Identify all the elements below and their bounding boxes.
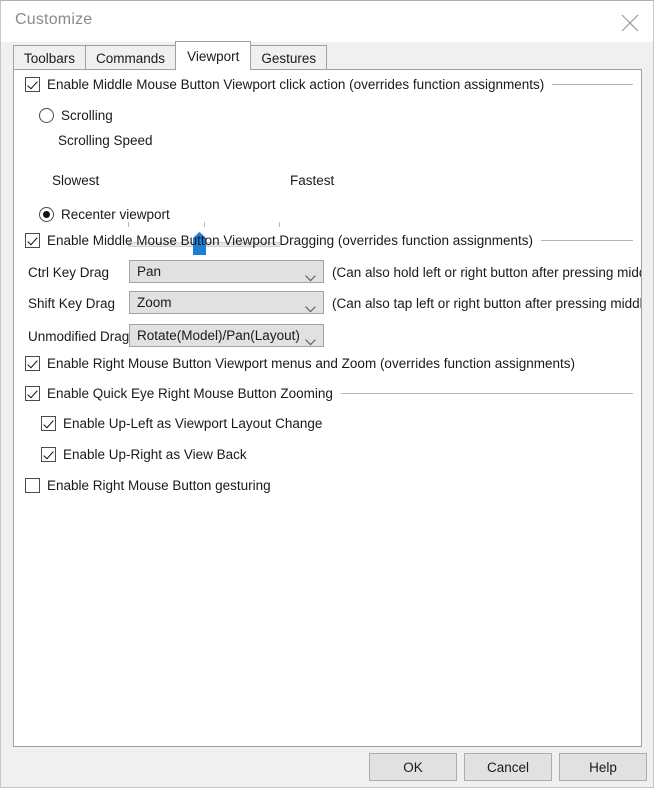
enable-up-left-row[interactable]: Enable Up-Left as Viewport Layout Change (41, 416, 322, 431)
enable-quick-eye-row[interactable]: Enable Quick Eye Right Mouse Button Zoom… (25, 386, 633, 401)
slider-tick (128, 222, 129, 227)
tab-toolbars[interactable]: Toolbars (13, 44, 87, 70)
cancel-button[interactable]: Cancel (464, 753, 552, 781)
tab-commands[interactable]: Commands (85, 44, 177, 70)
tab-strip: Toolbars Commands Viewport Gestures (1, 40, 653, 70)
shift-key-drag-label: Shift Key Drag (28, 296, 116, 311)
enable-right-menus-row[interactable]: Enable Right Mouse Button Viewport menus… (25, 356, 575, 371)
shift-key-drag-hint-row: (Can also tap left or right button after… (332, 296, 642, 311)
group-separator-quick-eye (340, 393, 633, 394)
recenter-viewport-radio-row[interactable]: Recenter viewport (39, 207, 170, 222)
tab-gestures[interactable]: Gestures (250, 44, 328, 70)
shift-key-drag-label-row: Shift Key Drag (28, 296, 115, 311)
enable-up-left-checkbox[interactable] (41, 416, 56, 431)
enable-rmb-gesturing-checkbox[interactable] (25, 478, 40, 493)
ctrl-key-drag-hint: (Can also hold left or right button afte… (332, 265, 642, 280)
enable-middle-click-action-checkbox[interactable] (25, 77, 40, 92)
ok-button[interactable]: OK (369, 753, 457, 781)
window-title: Customize (15, 11, 93, 28)
shift-key-drag-value: Zoom (137, 295, 172, 310)
group-separator-dragging (541, 240, 633, 241)
recenter-viewport-radio[interactable] (39, 207, 54, 222)
ctrl-key-drag-hint-row: (Can also hold left or right button afte… (332, 265, 642, 280)
enable-up-right-label: Enable Up-Right as View Back (63, 447, 247, 462)
slider-tick (279, 222, 280, 227)
enable-quick-eye-checkbox[interactable] (25, 386, 40, 401)
enable-rmb-gesturing-label: Enable Right Mouse Button gesturing (47, 478, 271, 493)
enable-middle-dragging-checkbox[interactable] (25, 233, 40, 248)
unmodified-drag-dropdown[interactable]: Rotate(Model)/Pan(Layout) (129, 324, 324, 347)
enable-up-right-checkbox[interactable] (41, 447, 56, 462)
enable-middle-dragging-row[interactable]: Enable Middle Mouse Button Viewport Drag… (25, 233, 633, 248)
unmodified-drag-label: Unmodified Drag (28, 329, 130, 344)
slider-slowest-label: Slowest (52, 173, 100, 188)
enable-middle-click-action-label: Enable Middle Mouse Button Viewport clic… (47, 77, 545, 92)
slider-tick-marks (128, 222, 280, 228)
chevron-down-icon (305, 333, 316, 351)
viewport-tab-panel: Enable Middle Mouse Button Viewport clic… (13, 69, 642, 747)
shift-key-drag-hint: (Can also tap left or right button after… (332, 296, 642, 311)
group-separator-middle-click (552, 84, 633, 85)
enable-up-left-label: Enable Up-Left as Viewport Layout Change (63, 416, 323, 431)
scrolling-radio-label: Scrolling (61, 108, 113, 123)
ctrl-key-drag-dropdown[interactable]: Pan (129, 260, 324, 283)
slider-fastest-label: Fastest (290, 173, 335, 188)
ctrl-key-drag-label-row: Ctrl Key Drag (28, 265, 109, 280)
enable-up-right-row[interactable]: Enable Up-Right as View Back (41, 447, 247, 462)
slider-tick (204, 222, 205, 227)
customize-dialog: Customize Toolbars Commands Viewport Ges… (0, 0, 654, 788)
enable-rmb-gesturing-row[interactable]: Enable Right Mouse Button gesturing (25, 478, 271, 493)
help-button[interactable]: Help (559, 753, 647, 781)
scrolling-speed-row: Scrolling Speed (58, 133, 153, 148)
scrolling-radio-row[interactable]: Scrolling (39, 108, 113, 123)
enable-middle-dragging-label: Enable Middle Mouse Button Viewport Drag… (47, 233, 534, 248)
title-bar: Customize (1, 1, 653, 42)
dialog-footer: OK Cancel Help (1, 747, 653, 787)
ctrl-key-drag-value: Pan (137, 264, 162, 279)
slider-slowest-row: Slowest (52, 173, 99, 188)
unmodified-drag-label-row: Unmodified Drag (28, 329, 129, 344)
close-button[interactable] (607, 1, 653, 42)
chevron-down-icon (305, 269, 316, 287)
enable-middle-click-action-row[interactable]: Enable Middle Mouse Button Viewport clic… (25, 77, 633, 92)
ctrl-key-drag-label: Ctrl Key Drag (28, 265, 110, 280)
recenter-viewport-radio-label: Recenter viewport (61, 207, 170, 222)
slider-fastest-row: Fastest (290, 173, 334, 188)
enable-quick-eye-label: Enable Quick Eye Right Mouse Button Zoom… (47, 386, 333, 401)
enable-right-menus-label: Enable Right Mouse Button Viewport menus… (47, 356, 576, 371)
enable-right-menus-checkbox[interactable] (25, 356, 40, 371)
chevron-down-icon (305, 300, 316, 318)
scrolling-speed-label: Scrolling Speed (58, 133, 153, 148)
tab-viewport[interactable]: Viewport (175, 40, 252, 70)
shift-key-drag-dropdown[interactable]: Zoom (129, 291, 324, 314)
unmodified-drag-value: Rotate(Model)/Pan(Layout) (137, 328, 300, 343)
scrolling-radio[interactable] (39, 108, 54, 123)
